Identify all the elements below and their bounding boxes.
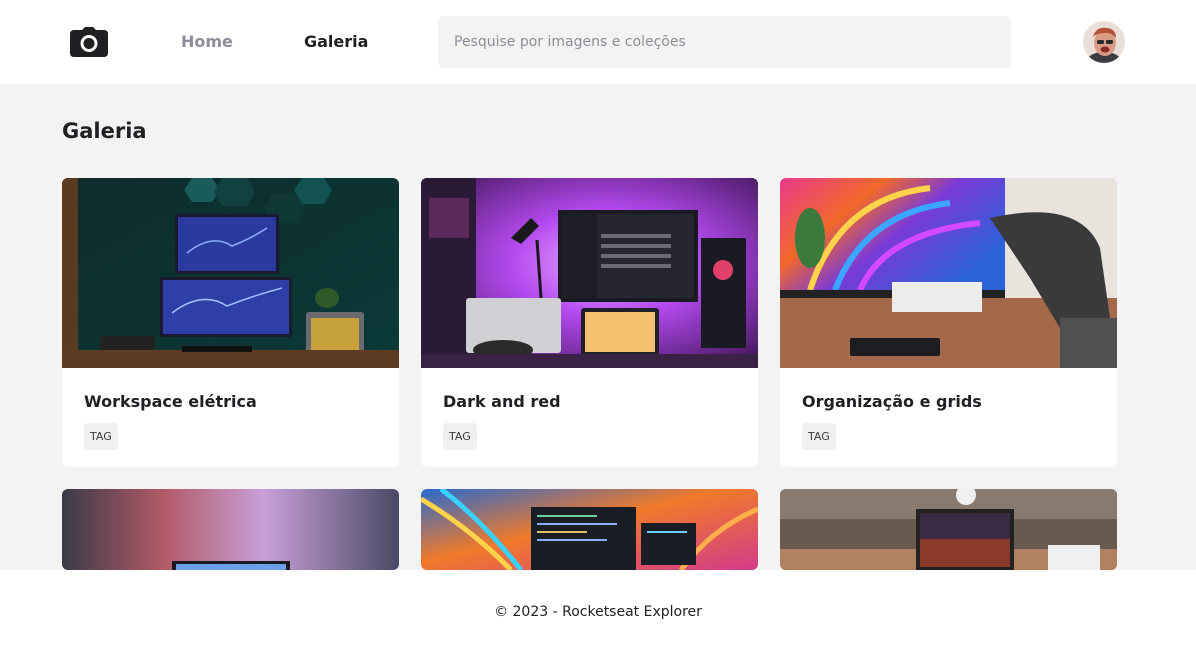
gallery-card[interactable] — [421, 489, 758, 570]
card-image — [62, 489, 399, 570]
top-header: Home Galeria — [0, 0, 1196, 84]
card-tag[interactable]: TAG — [84, 423, 118, 450]
footer-copyright: © 2023 - Rocketseat Explorer — [494, 604, 702, 620]
card-image — [780, 178, 1117, 368]
gallery-card[interactable]: Organização e grids TAG — [780, 178, 1117, 467]
gallery-card[interactable]: Dark and red TAG — [421, 178, 758, 467]
nav-gallery-link[interactable]: Galeria — [304, 32, 368, 51]
gallery-card[interactable] — [62, 489, 399, 570]
search-input[interactable] — [438, 16, 1011, 68]
gallery-card[interactable]: Workspace elétrica TAG — [62, 178, 399, 467]
card-tag[interactable]: TAG — [802, 423, 836, 450]
user-avatar[interactable] — [1083, 21, 1125, 63]
card-image — [780, 489, 1117, 570]
card-tag[interactable]: TAG — [443, 423, 477, 450]
avatar-photo — [1083, 21, 1125, 63]
nav-home-link[interactable]: Home — [181, 32, 233, 51]
card-title: Workspace elétrica — [84, 392, 257, 411]
card-image — [421, 178, 758, 368]
gallery-card[interactable] — [780, 489, 1117, 570]
camera-icon[interactable] — [70, 27, 108, 57]
card-image — [62, 178, 399, 368]
page-title: Galeria — [62, 119, 147, 143]
card-title: Dark and red — [443, 392, 561, 411]
card-title: Organização e grids — [802, 392, 982, 411]
card-image — [421, 489, 758, 570]
page-footer: © 2023 - Rocketseat Explorer — [0, 570, 1196, 648]
